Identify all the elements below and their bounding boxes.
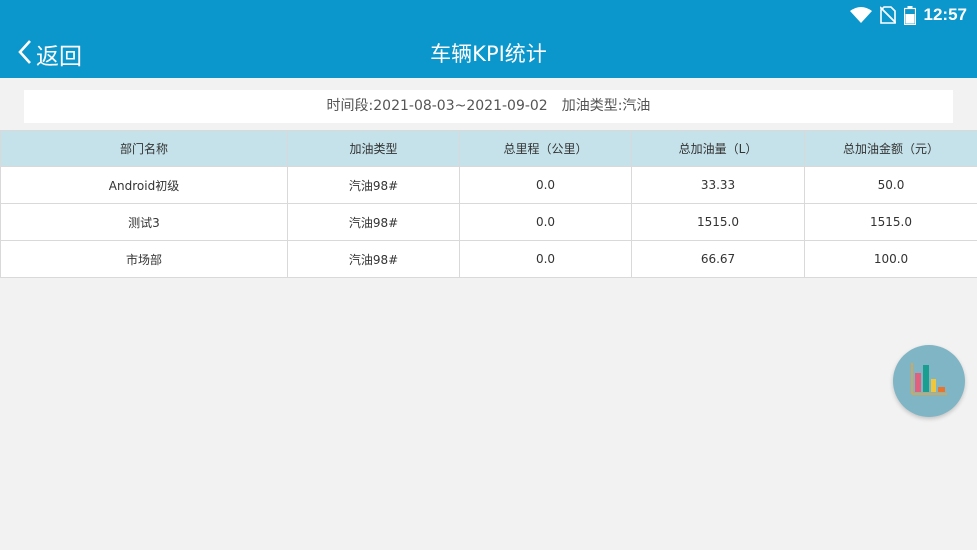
kpi-table: 部门名称 加油类型 总里程（公里） 总加油量（L） 总加油金额（元） Andro…: [0, 130, 977, 278]
app-bar: 12:57 返回 车辆KPI统计: [0, 0, 977, 78]
table-header-row: 部门名称 加油类型 总里程（公里） 总加油量（L） 总加油金额（元）: [0, 130, 977, 167]
column-header-fuel-volume: 总加油量（L）: [631, 130, 805, 167]
cell-mileage: 0.0: [459, 240, 632, 278]
cell-fuel-type: 汽油98#: [287, 166, 460, 204]
wifi-icon: [849, 7, 872, 23]
table-row[interactable]: 测试3 汽油98# 0.0 1515.0 1515.0: [0, 203, 977, 241]
cell-fuel-type: 汽油98#: [287, 203, 460, 241]
cell-department: 测试3: [0, 203, 288, 241]
column-header-mileage: 总里程（公里）: [459, 130, 632, 167]
no-sim-icon: [879, 6, 896, 24]
cell-fuel-amount: 1515.0: [804, 203, 977, 241]
cell-mileage: 0.0: [459, 166, 632, 204]
cell-fuel-amount: 100.0: [804, 240, 977, 278]
status-bar: 12:57: [849, 4, 967, 26]
cell-department: Android初级: [0, 166, 288, 204]
bar-chart-icon: [909, 361, 949, 401]
page-title: 车辆KPI统计: [430, 42, 547, 66]
filter-summary: 时间段:2021-08-03~2021-09-02 加油类型:汽油: [24, 90, 953, 123]
cell-fuel-volume: 33.33: [631, 166, 805, 204]
cell-fuel-amount: 50.0: [804, 166, 977, 204]
chart-fab-button[interactable]: [893, 345, 965, 417]
period-text: 时间段:2021-08-03~2021-09-02: [326, 98, 548, 114]
table-row[interactable]: 市场部 汽油98# 0.0 66.67 100.0: [0, 240, 977, 278]
cell-fuel-type: 汽油98#: [287, 240, 460, 278]
fuel-type-text: 加油类型:汽油: [561, 98, 651, 114]
cell-fuel-volume: 1515.0: [631, 203, 805, 241]
status-time: 12:57: [923, 5, 967, 24]
cell-fuel-volume: 66.67: [631, 240, 805, 278]
column-header-fuel-type: 加油类型: [287, 130, 460, 167]
column-header-department: 部门名称: [0, 130, 288, 167]
table-row[interactable]: Android初级 汽油98# 0.0 33.33 50.0: [0, 166, 977, 204]
cell-mileage: 0.0: [459, 203, 632, 241]
cell-department: 市场部: [0, 240, 288, 278]
battery-icon: [903, 5, 916, 25]
column-header-fuel-amount: 总加油金额（元）: [804, 130, 977, 167]
